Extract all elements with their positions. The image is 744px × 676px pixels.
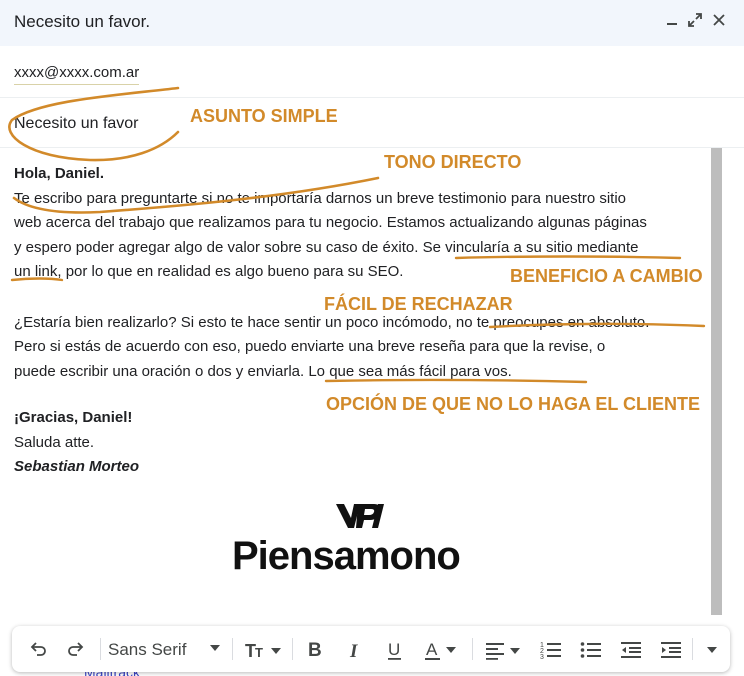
close-icon[interactable] [709, 12, 729, 32]
body-line: Pero si estás de acuerdo con eso, puedo … [14, 338, 606, 355]
numbered-list-icon[interactable]: 123 [538, 626, 564, 672]
message-body[interactable]: Hola, Daniel. Te escribo para preguntart… [14, 162, 704, 480]
indent-more-icon[interactable] [658, 626, 684, 672]
svg-text:I: I [349, 641, 358, 660]
scrollbar-thumb[interactable] [711, 148, 722, 615]
more-options-icon[interactable] [700, 626, 724, 672]
bold-icon[interactable]: B [302, 626, 328, 672]
piensamono-logo-icon [334, 500, 386, 532]
undo-icon[interactable] [24, 626, 52, 672]
annotation-facil: FÁCIL DE RECHAZAR [324, 294, 513, 314]
indent-less-icon[interactable] [618, 626, 644, 672]
closing-line: Saluda atte. [14, 433, 95, 451]
redo-icon[interactable] [62, 626, 90, 672]
recipient-chip[interactable]: xxxx@xxxx.com.ar [14, 64, 140, 85]
toolbar-separator [292, 638, 293, 660]
body-line: web acerca del trabajo que realizamos pa… [14, 214, 647, 231]
svg-text:U: U [388, 640, 400, 659]
toolbar-separator [100, 638, 101, 660]
toolbar-separator [472, 638, 473, 660]
svg-text:T: T [255, 645, 263, 660]
compose-title-bar: Necesito un favor. [0, 0, 744, 46]
body-line: y espero poder agregar algo de valor sob… [14, 238, 639, 256]
chevron-down-icon [210, 645, 220, 651]
recipients-row[interactable]: xxxx@xxxx.com.ar [0, 46, 744, 98]
formatting-toolbar: Sans Serif TT B I U A 123 [12, 626, 730, 672]
italic-icon[interactable]: I [342, 626, 368, 672]
signature: Sebastian Morteo [14, 458, 140, 475]
font-size-icon[interactable]: TT [240, 626, 286, 672]
greeting: Hola, Daniel. [14, 165, 105, 182]
bulleted-list-icon[interactable] [578, 626, 604, 672]
svg-text:A: A [426, 640, 438, 659]
body-line: puede escribir una oración o dos y envia… [14, 362, 512, 380]
annotation-beneficio: BENEFICIO A CAMBIO [510, 266, 703, 286]
expand-icon[interactable] [685, 12, 705, 32]
svg-text:3: 3 [540, 654, 544, 660]
annotation-opcion: OPCIÓN DE QUE NO LO HAGA EL CLIENTE [326, 394, 701, 414]
compose-title: Necesito un favor. [14, 12, 151, 31]
toolbar-separator [692, 638, 693, 660]
underline-icon[interactable]: U [382, 626, 408, 672]
annotation-asunto: ASUNTO SIMPLE [190, 106, 338, 126]
logo-wordmark: Piensamono [232, 534, 461, 578]
text-color-icon[interactable]: A [422, 626, 462, 672]
font-family-select[interactable]: Sans Serif [108, 626, 228, 672]
body-line: Te escribo para preguntarte si no te imp… [14, 189, 626, 207]
annotation-tono: TONO DIRECTO [384, 152, 522, 172]
minimize-icon[interactable] [662, 12, 682, 32]
svg-text:B: B [308, 640, 322, 659]
toolbar-separator [232, 638, 233, 660]
align-icon[interactable] [482, 626, 526, 672]
font-family-label: Sans Serif [108, 640, 187, 659]
subject-input[interactable]: Necesito un favor [14, 115, 139, 133]
subject-row[interactable]: Necesito un favor [0, 98, 744, 148]
